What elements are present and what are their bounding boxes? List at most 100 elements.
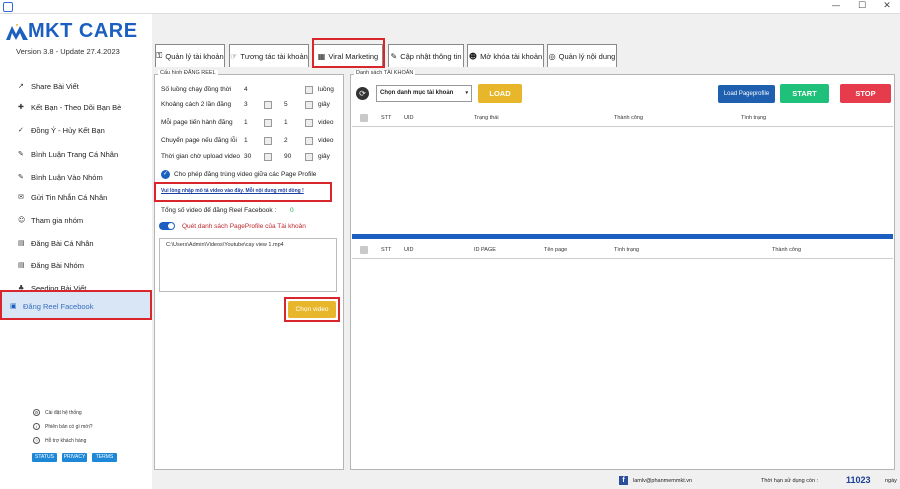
group-comment-icon: ✎ — [18, 173, 24, 181]
upload-wait-min[interactable]: 30 — [244, 153, 251, 160]
remaining-label: Thời hạn sử dụng còn : — [761, 478, 819, 484]
threads-value[interactable]: 4 — [244, 86, 248, 93]
interval-min[interactable]: 3 — [244, 101, 248, 108]
tab-account-interaction[interactable]: ☞ Tương tác tài khoản — [229, 44, 309, 67]
col-page-name[interactable]: Tên page — [544, 247, 567, 253]
upload-wait-label: Thời gian chờ upload video — [161, 153, 240, 160]
col-uid[interactable]: UID — [404, 115, 413, 121]
upload-wait-max[interactable]: 90 — [284, 153, 291, 160]
col-success[interactable]: Thành công — [614, 115, 643, 121]
scan-pages-toggle[interactable] — [159, 222, 175, 230]
category-select-value: Chọn danh mục tài khoản — [380, 90, 454, 96]
support-link[interactable]: ? Hỗ trợ khách hàng — [33, 437, 86, 444]
interact-icon: ☞ — [230, 51, 238, 61]
col-status[interactable]: Trạng thái — [474, 115, 499, 121]
upload-wait-max-spinner[interactable] — [305, 153, 313, 161]
grid-splitter[interactable] — [352, 234, 893, 239]
video-file-list[interactable]: C:\Users\Admin\Videos\Youtube\cay view 1… — [159, 238, 337, 292]
share-icon: ↗ — [18, 82, 24, 90]
per-page-max-spinner[interactable] — [305, 119, 313, 127]
col-stt[interactable]: STT — [381, 247, 391, 253]
sidebar-item-share[interactable]: ↗ Share Bài Viết — [18, 77, 148, 95]
stop-button[interactable]: STOP — [840, 84, 891, 103]
select-all-checkbox[interactable] — [360, 114, 368, 122]
unlock-icon: ☻ — [468, 51, 478, 61]
sidebar-item-label: Gửi Tin Nhắn Cá Nhân — [31, 192, 108, 202]
tab-unlock-account[interactable]: ☻ Mở khóa tài khoản — [467, 44, 544, 67]
settings-icon: ⚙ — [33, 409, 40, 416]
allow-duplicate-label: Cho phép đăng trùng video giữa các Page … — [174, 171, 317, 178]
refresh-icon[interactable]: ⟳ — [356, 87, 369, 100]
video-file-path: C:\Users\Admin\Videos\Youtube\cay view 1… — [166, 242, 284, 248]
sidebar-item-group-post[interactable]: ▤ Đăng Bài Nhóm — [18, 256, 148, 274]
maximize-button[interactable]: ☐ — [849, 0, 875, 13]
status-pill[interactable]: STATUS — [32, 453, 57, 462]
join-group-icon: ☺ — [18, 216, 26, 224]
logo-mark-icon — [6, 24, 28, 40]
select-all-pages-checkbox[interactable] — [360, 246, 368, 254]
tab-content-management[interactable]: ◎ Quản lý nội dung — [547, 44, 617, 67]
terms-pill[interactable]: TERMS — [92, 453, 117, 462]
col-condition[interactable]: Tình trạng — [741, 115, 766, 121]
settings-link[interactable]: ⚙ Cài đặt hệ thống — [33, 409, 82, 416]
pages-grid-body[interactable] — [352, 259, 893, 468]
whats-new-link[interactable]: i Phiên bản có gì mới? — [33, 423, 92, 430]
load-pageprofile-button[interactable]: Load Pageprofile — [718, 85, 775, 103]
col-success[interactable]: Thành công — [772, 247, 801, 253]
sidebar-item-label: Tham gia nhóm — [31, 215, 84, 225]
message-icon: ✉ — [18, 193, 24, 201]
threads-spinner[interactable] — [305, 86, 313, 94]
facebook-icon[interactable]: f — [619, 476, 628, 485]
group-post-icon: ▤ — [18, 261, 25, 269]
start-button[interactable]: START — [780, 84, 829, 103]
post-icon: ▤ — [18, 239, 25, 247]
highlight-box-tab — [312, 38, 385, 68]
switch-page-max-spinner[interactable] — [305, 137, 313, 145]
tab-account-management[interactable]: ⚿ Quản lý tài khoản — [155, 44, 225, 67]
sidebar-item-label: Share Bài Viết — [31, 81, 79, 91]
col-stt[interactable]: STT — [381, 115, 391, 121]
tab-update-info[interactable]: ✎ Cập nhật thông tin — [388, 44, 464, 67]
remaining-value: 11023 — [846, 475, 871, 485]
minimize-button[interactable]: — — [823, 0, 849, 13]
accept-friend-icon: ✓ — [18, 126, 24, 134]
privacy-pill[interactable]: PRIVACY — [62, 453, 87, 462]
highlight-box-hint — [154, 182, 332, 202]
footer-link-label: Cài đặt hệ thống — [45, 409, 82, 416]
per-page-max[interactable]: 1 — [284, 119, 288, 126]
interval-min-spinner[interactable] — [264, 101, 272, 109]
switch-page-max[interactable]: 2 — [284, 137, 288, 144]
sidebar-item-group-comment[interactable]: ✎ Bình Luận Vào Nhóm — [18, 168, 148, 186]
switch-page-unit: video — [318, 137, 334, 144]
comment-icon: ✎ — [18, 150, 24, 158]
remaining-unit: ngày — [885, 478, 897, 484]
allow-duplicate-checkbox[interactable]: ✓ — [161, 170, 170, 179]
highlight-box-reel — [0, 290, 152, 320]
sidebar-item-message[interactable]: ✉ Gửi Tin Nhắn Cá Nhân — [18, 188, 148, 206]
interval-max-spinner[interactable] — [305, 101, 313, 109]
total-videos-value: 0 — [290, 207, 294, 214]
accounts-grid-body[interactable] — [352, 127, 893, 234]
sidebar-item-profile-comment[interactable]: ✎ Bình Luận Trang Cá Nhân — [18, 145, 148, 163]
per-page-min[interactable]: 1 — [244, 119, 248, 126]
support-email[interactable]: lamlv@phanmemmkt.vn — [633, 478, 692, 484]
sidebar-item-label: Kết Bạn - Theo Dõi Bạn Bè — [31, 102, 122, 112]
sidebar-item-add-friend[interactable]: ✚ Kết Bạn - Theo Dõi Bạn Bè — [18, 98, 148, 116]
sidebar-item-profile-post[interactable]: ▤ Đăng Bài Cá Nhân — [18, 234, 148, 252]
close-button[interactable]: ✕ — [874, 0, 900, 13]
load-button[interactable]: LOAD — [478, 84, 522, 103]
switch-page-min[interactable]: 1 — [244, 137, 248, 144]
switch-page-min-spinner[interactable] — [264, 137, 272, 145]
col-uid[interactable]: UID — [404, 247, 413, 253]
category-select[interactable]: Chọn danh mục tài khoản ▾ — [376, 85, 472, 102]
toggle-knob — [168, 223, 174, 229]
per-page-min-spinner[interactable] — [264, 119, 272, 127]
col-page-id[interactable]: ID PAGE — [474, 247, 496, 253]
col-condition[interactable]: Tình trạng — [614, 247, 639, 253]
sidebar-item-accept-friend[interactable]: ✓ Đồng Ý - Hủy Kết Bạn — [18, 121, 148, 139]
interval-max[interactable]: 5 — [284, 101, 288, 108]
app-version: Version 3.8 - Update 27.4.2023 — [16, 47, 120, 56]
sidebar-item-join-group[interactable]: ☺ Tham gia nhóm — [18, 211, 148, 229]
key-icon: ⚿ — [156, 51, 163, 60]
upload-wait-min-spinner[interactable] — [264, 153, 272, 161]
